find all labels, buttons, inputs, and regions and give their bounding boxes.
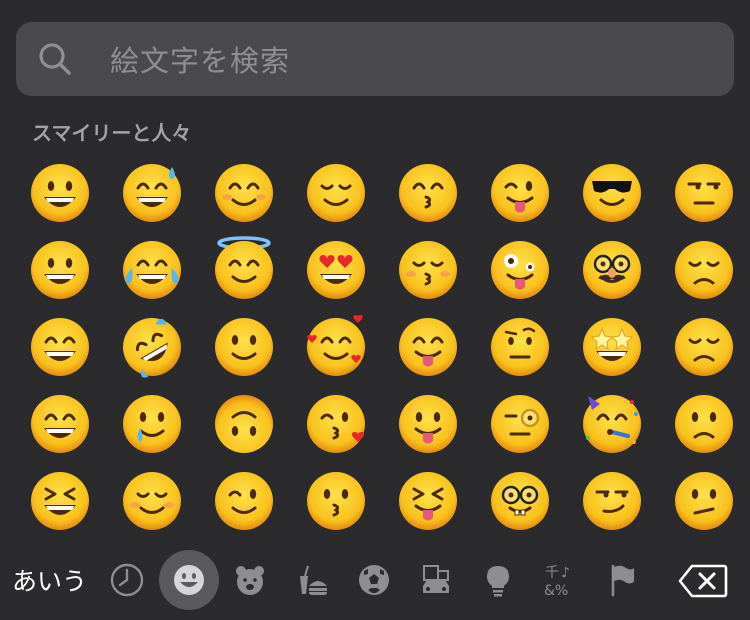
emoji-zany-face[interactable] [474, 231, 566, 308]
section-title: スマイリーと人々 [32, 121, 192, 145]
emoji-kissing-face-with-closed-eyes[interactable] [382, 231, 474, 308]
emoji-grinning-squinting-face[interactable] [14, 308, 106, 385]
emoji-smiling-face-with-heart-eyes[interactable] [290, 231, 382, 308]
emoji-upside-down-face[interactable] [198, 385, 290, 462]
category-toolbar: あいう 千 ♪ &% [0, 544, 750, 620]
emoji-search-field[interactable]: 絵文字を検索 [16, 22, 734, 96]
svg-text:千: 千 [545, 565, 559, 581]
svg-text:♪: ♪ [561, 565, 570, 581]
emoji-kissing-face[interactable] [290, 462, 382, 539]
emoji-face-with-tongue[interactable] [382, 385, 474, 462]
travel-icon[interactable] [406, 550, 466, 610]
objects-icon[interactable] [468, 550, 528, 610]
recent-icon[interactable] [97, 550, 157, 610]
emoji-worried-face[interactable] [658, 385, 750, 462]
svg-text:&%: &% [544, 583, 568, 598]
keyboard-switch-button[interactable]: あいう [12, 562, 87, 598]
emoji-grinning-face-with-big-eyes[interactable] [14, 231, 106, 308]
emoji-grinning-face-with-sweat[interactable] [106, 154, 198, 231]
animals-icon[interactable] [220, 550, 280, 610]
emoji-disappointed-face[interactable] [658, 231, 750, 308]
emoji-smirking-face[interactable] [566, 462, 658, 539]
emoji-winking-face-with-tongue[interactable] [474, 154, 566, 231]
emoji-grinning-squinting-face-xd[interactable] [14, 462, 106, 539]
emoji-confused-face[interactable] [658, 462, 750, 539]
smileys-icon[interactable] [159, 550, 219, 610]
emoji-relieved-face[interactable] [290, 154, 382, 231]
emoji-face-with-tears-of-joy[interactable] [106, 231, 198, 308]
flags-icon[interactable] [592, 550, 652, 610]
activity-icon[interactable] [344, 550, 404, 610]
food-icon[interactable] [282, 550, 342, 610]
emoji-face-savoring-food[interactable] [382, 308, 474, 385]
emoji-nerd-face[interactable] [474, 462, 566, 539]
emoji-grid [14, 154, 750, 539]
emoji-star-struck[interactable] [566, 308, 658, 385]
emoji-rolling-on-the-floor-laughing[interactable] [106, 308, 198, 385]
emoji-face-with-raised-eyebrow[interactable] [474, 308, 566, 385]
emoji-grinning-face[interactable] [14, 154, 106, 231]
emoji-squinting-face-with-tongue[interactable] [382, 462, 474, 539]
emoji-face-blowing-a-kiss[interactable] [290, 385, 382, 462]
search-placeholder: 絵文字を検索 [110, 44, 291, 78]
emoji-winking-face[interactable] [198, 462, 290, 539]
emoji-beaming-face-with-smiling-eyes[interactable] [14, 385, 106, 462]
emoji-face-with-monocle[interactable] [474, 385, 566, 462]
emoji-smiling-face-with-smiling-eyes[interactable] [198, 154, 290, 231]
emoji-smiling-face[interactable] [106, 462, 198, 539]
symbols-icon[interactable]: 千 ♪ &% [530, 550, 590, 610]
search-icon [39, 43, 71, 75]
emoji-smiling-face-with-hearts[interactable] [290, 308, 382, 385]
delete-backspace-icon[interactable] [678, 564, 728, 598]
emoji-smiling-face-with-halo[interactable] [198, 231, 290, 308]
emoji-slightly-smiling-face[interactable] [198, 308, 290, 385]
emoji-unamused-face[interactable] [658, 154, 750, 231]
emoji-smiling-face-with-sunglasses[interactable] [566, 154, 658, 231]
emoji-pensive-face[interactable] [658, 308, 750, 385]
emoji-kissing-face-with-smiling-eyes[interactable] [382, 154, 474, 231]
emoji-partying-face[interactable] [566, 385, 658, 462]
emoji-face-holding-back-tears[interactable] [106, 385, 198, 462]
emoji-disguised-face[interactable] [566, 231, 658, 308]
